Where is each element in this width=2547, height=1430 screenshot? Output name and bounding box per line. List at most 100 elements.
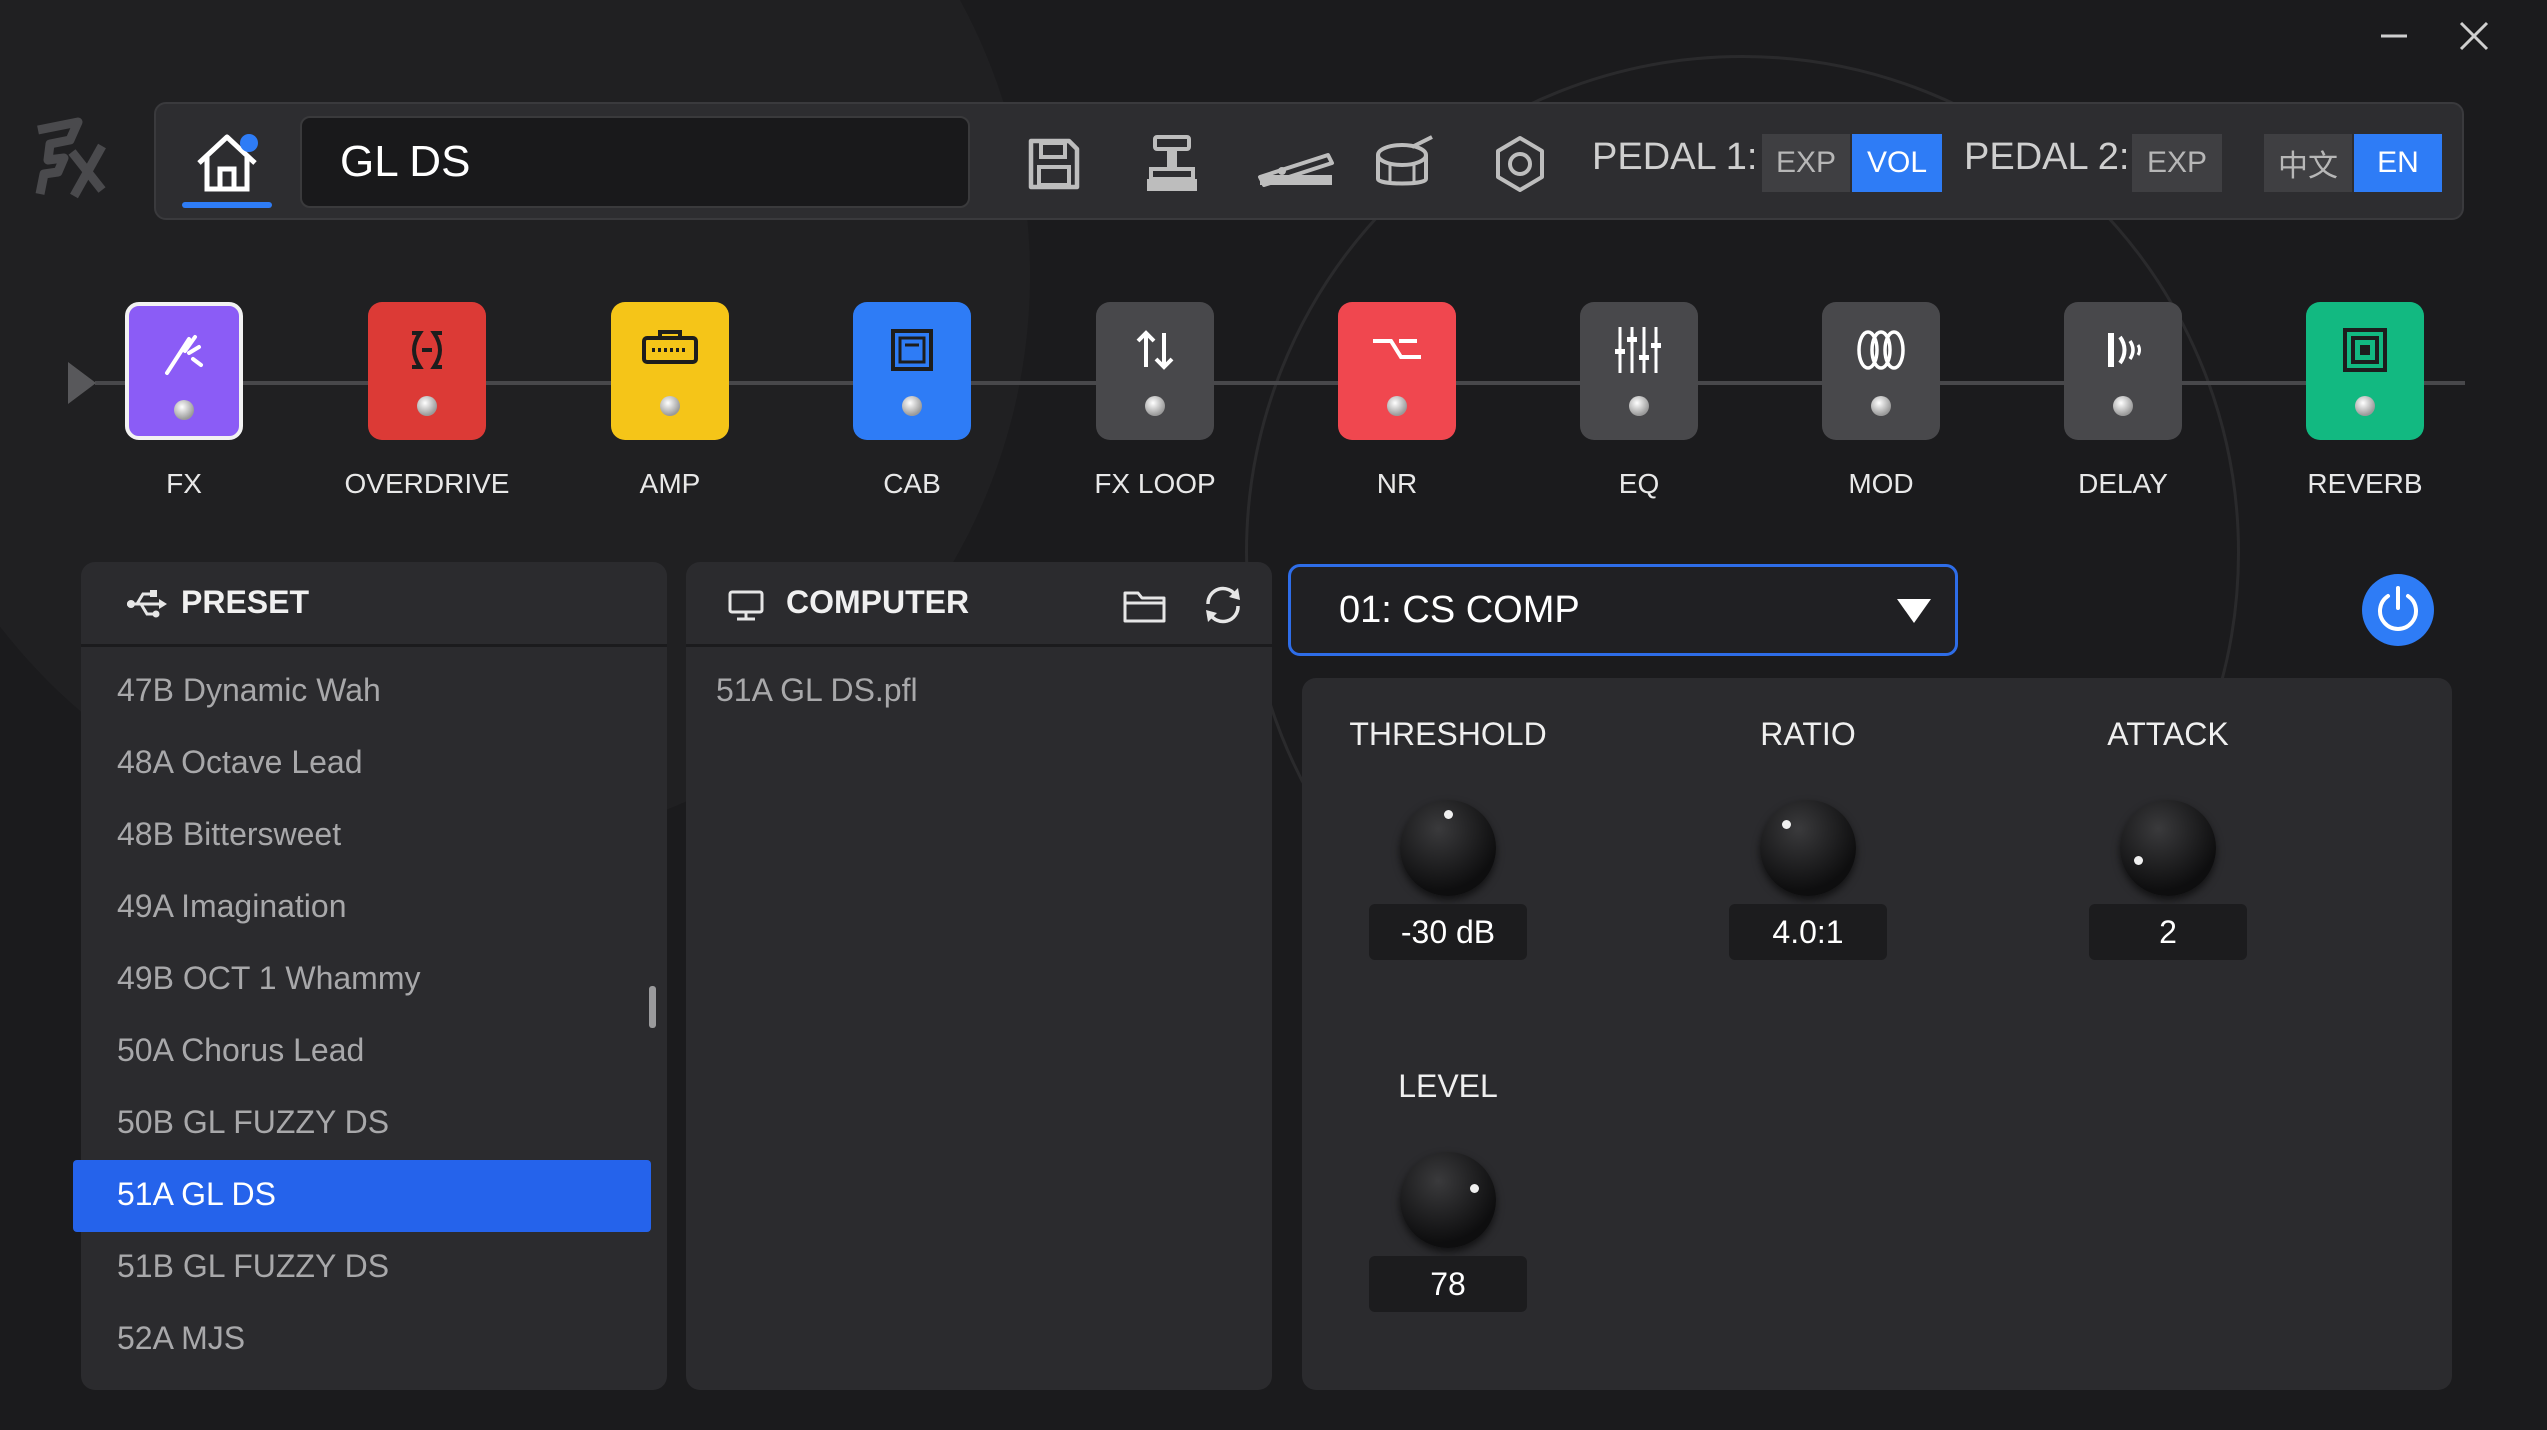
block-status-led (660, 396, 680, 416)
level-value[interactable]: 78 (1369, 1256, 1527, 1312)
save-button[interactable] (1014, 124, 1094, 204)
drum-button[interactable] (1364, 124, 1444, 204)
power-icon (2378, 586, 2418, 631)
fx-icon (165, 335, 203, 375)
block-status-led (417, 396, 437, 416)
chain-block-fx-loop[interactable] (1096, 302, 1214, 440)
preset-panel: PRESET 47B Dynamic Wah 48A Octave Lead 4… (73, 562, 667, 1390)
expression-pedal-button[interactable] (1246, 124, 1346, 204)
chain-block-nr[interactable] (1338, 302, 1456, 440)
preset-list-item-selected[interactable]: 51A GL DS (117, 1176, 276, 1213)
block-status-led (902, 396, 922, 416)
chain-block-cab[interactable] (853, 302, 971, 440)
pedal-button[interactable] (1132, 124, 1212, 204)
preset-list-item[interactable]: 49A Imagination (117, 888, 347, 925)
chain-label-fx-loop: FX LOOP (1094, 468, 1216, 499)
preset-name-field[interactable]: GL DS (300, 116, 970, 208)
param-label-level: LEVEL (1398, 1068, 1498, 1104)
block-status-led (1871, 396, 1891, 416)
chain-block-mod[interactable] (1822, 302, 1940, 440)
folder-icon (1123, 591, 1166, 623)
monitor-icon (728, 590, 764, 621)
chain-block-eq[interactable] (1580, 302, 1698, 440)
threshold-knob[interactable] (1400, 800, 1496, 896)
effect-model-dropdown[interactable]: 01: CS COMP (1288, 564, 1958, 656)
computer-panel: COMPUTER 51A GL DS.pfl (686, 562, 1272, 1390)
expression-pedal-icon (1258, 153, 1334, 187)
threshold-value[interactable]: -30 dB (1369, 904, 1527, 960)
chain-label-amp: AMP (639, 468, 701, 499)
eq-icon (1615, 327, 1661, 373)
cab-icon (891, 329, 933, 371)
attack-knob[interactable] (2120, 800, 2216, 896)
block-status-led (1629, 396, 1649, 416)
delay-icon (2108, 333, 2141, 367)
preset-list-item[interactable]: 50A Chorus Lead (117, 1032, 364, 1069)
chain-block-reverb[interactable] (2306, 302, 2424, 440)
block-status-led (1387, 396, 1407, 416)
param-label-ratio: RATIO (1760, 716, 1856, 752)
preset-list-item[interactable]: 48A Octave Lead (117, 744, 363, 781)
home-icon (197, 134, 258, 192)
level-knob[interactable] (1400, 1152, 1496, 1248)
minimize-button[interactable] (2370, 12, 2418, 60)
preset-list-item[interactable]: 48B Bittersweet (117, 816, 341, 853)
chain-block-fx[interactable] (125, 302, 243, 440)
chain-label-cab: CAB (883, 468, 941, 499)
pedal1-vol-toggle[interactable]: VOL (1852, 134, 1942, 192)
pedal1-label: PEDAL 1: (1592, 136, 1758, 178)
preset-list-item[interactable]: 47B Dynamic Wah (117, 672, 381, 709)
pedal1-exp-toggle[interactable]: EXP (1762, 134, 1850, 192)
preset-list-scrollbar[interactable] (649, 986, 656, 1028)
pedal2-label: PEDAL 2: (1964, 136, 2130, 178)
param-label-threshold: THRESHOLD (1349, 716, 1547, 752)
chain-label-reverb: REVERB (2307, 468, 2423, 499)
ratio-value[interactable]: 4.0:1 (1729, 904, 1887, 960)
refresh-button[interactable] (1198, 580, 1248, 630)
reverb-icon (2343, 328, 2387, 372)
effect-power-button[interactable] (2362, 574, 2434, 646)
modulation-icon (1857, 330, 1905, 370)
pedal-icon (1147, 135, 1197, 191)
param-label-attack: ATTACK (2107, 716, 2229, 752)
app-logo (28, 112, 110, 204)
block-status-led (2113, 396, 2133, 416)
computer-panel-header: COMPUTER (686, 562, 1272, 647)
chain-block-amp[interactable] (611, 302, 729, 440)
home-button[interactable] (182, 118, 272, 208)
computer-file-item[interactable]: 51A GL DS.pfl (716, 672, 918, 709)
language-zh-toggle[interactable]: 中文 (2264, 134, 2352, 192)
preset-list-item[interactable]: 52A MJS (117, 1320, 245, 1357)
language-en-toggle[interactable]: EN (2354, 134, 2442, 192)
home-active-indicator (182, 202, 272, 208)
ratio-knob[interactable] (1760, 800, 1856, 896)
minimize-icon (2381, 34, 2407, 38)
settings-icon (1496, 136, 1544, 192)
save-icon (1028, 138, 1080, 190)
chain-block-overdrive[interactable] (368, 302, 486, 440)
settings-button[interactable] (1480, 124, 1560, 204)
chain-label-eq: EQ (1618, 468, 1660, 499)
effect-parameters-panel: THRESHOLD -30 dB RATIO 4.0:1 ATTACK 2 LE… (1302, 678, 2452, 1390)
attack-value[interactable]: 2 (2089, 904, 2247, 960)
block-status-led (174, 400, 194, 420)
toolbar: GL DS PEDAL 1: EXP VOL PEDAL 2: EXP 中文 E… (154, 102, 2464, 220)
overdrive-icon (412, 331, 442, 369)
preset-list-item[interactable]: 50B GL FUZZY DS (117, 1104, 389, 1141)
chain-label-nr: NR (1376, 468, 1418, 499)
preset-list-item[interactable]: 51B GL FUZZY DS (117, 1248, 389, 1285)
amp-icon (642, 330, 698, 364)
chain-label-fx: FX (166, 468, 202, 499)
fx-loop-icon (1136, 330, 1174, 370)
open-folder-button[interactable] (1120, 580, 1170, 630)
computer-panel-title: COMPUTER (786, 584, 970, 620)
block-status-led (2355, 396, 2375, 416)
preset-list-item[interactable]: 49B OCT 1 Whammy (117, 960, 420, 997)
close-button[interactable] (2450, 12, 2498, 60)
chain-block-delay[interactable] (2064, 302, 2182, 440)
chain-label-delay: DELAY (2078, 468, 2168, 499)
block-status-led (1145, 396, 1165, 416)
pedal2-exp-toggle[interactable]: EXP (2132, 134, 2222, 192)
signal-input-arrow (68, 362, 96, 404)
chain-label-overdrive: OVERDRIVE (344, 468, 510, 499)
